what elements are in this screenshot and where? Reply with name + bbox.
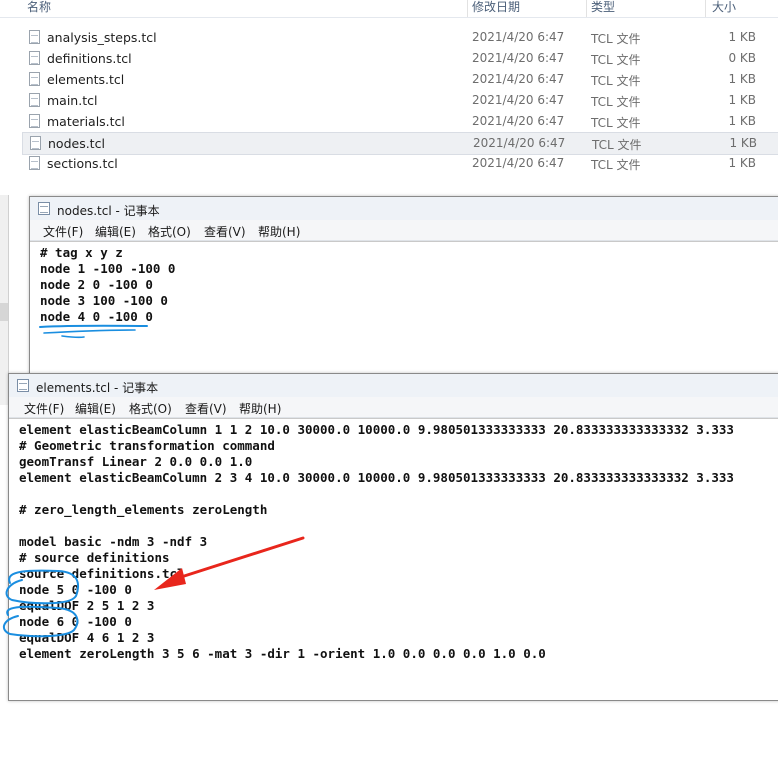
file-size: 1 KB	[728, 156, 756, 170]
menu-help[interactable]: 帮助(H)	[239, 400, 281, 417]
column-name[interactable]: 名称	[27, 0, 51, 14]
file-date: 2021/4/20 6:47	[472, 114, 565, 128]
code-line: # Geometric transformation command	[19, 438, 275, 453]
column-separator[interactable]	[467, 0, 468, 17]
file-row[interactable]: sections.tcl 2021/4/20 6:47 TCL 文件 1 KB	[22, 153, 778, 174]
code-line: model basic -ndm 3 -ndf 3	[19, 534, 208, 549]
code-line: node 4 0 -100 0	[40, 309, 153, 324]
menu-edit[interactable]: 编辑(E)	[95, 223, 136, 240]
file-size: 1 KB	[728, 72, 756, 86]
menu-edit[interactable]: 编辑(E)	[75, 400, 116, 417]
code-line: node 3 100 -100 0	[40, 293, 168, 308]
code-line: # tag x y z	[40, 245, 123, 260]
file-row-selected[interactable]: nodes.tcl 2021/4/20 6:47 TCL 文件 1 KB	[22, 132, 778, 155]
menu-view[interactable]: 查看(V)	[185, 400, 227, 417]
file-size: 1 KB	[728, 93, 756, 107]
file-name: main.tcl	[47, 93, 98, 108]
file-type: TCL 文件	[591, 95, 641, 109]
text-file-icon	[29, 156, 40, 170]
text-editor[interactable]: element elasticBeamColumn 1 1 2 10.0 300…	[9, 418, 778, 700]
file-name: elements.tcl	[47, 72, 125, 87]
file-row[interactable]: main.tcl 2021/4/20 6:47 TCL 文件 1 KB	[22, 90, 778, 111]
notepad-icon	[38, 202, 50, 215]
file-type: TCL 文件	[591, 158, 641, 172]
file-name: definitions.tcl	[47, 51, 132, 66]
menu-bar: 文件(F) 编辑(E) 格式(O) 查看(V) 帮助(H)	[9, 397, 778, 418]
file-date: 2021/4/20 6:47	[472, 30, 565, 44]
file-row[interactable]: definitions.tcl 2021/4/20 6:47 TCL 文件 0 …	[22, 48, 778, 69]
text-editor[interactable]: # tag x y z node 1 -100 -100 0 node 2 0 …	[30, 241, 778, 377]
menu-help[interactable]: 帮助(H)	[258, 223, 300, 240]
text-file-icon	[29, 72, 40, 86]
window-title: elements.tcl - 记事本	[36, 381, 159, 395]
file-type: TCL 文件	[591, 116, 641, 130]
column-header: 名称 修改日期 类型 大小	[0, 0, 778, 18]
file-explorer: 名称 修改日期 类型 大小 analysis_steps.tcl 2021/4/…	[0, 0, 778, 195]
title-bar[interactable]: elements.tcl - 记事本	[9, 374, 778, 397]
file-name: nodes.tcl	[48, 136, 105, 151]
text-file-icon	[29, 114, 40, 128]
notepad-window-nodes[interactable]: nodes.tcl - 记事本 文件(F) 编辑(E) 格式(O) 查看(V) …	[29, 196, 778, 378]
file-date: 2021/4/20 6:47	[472, 51, 565, 65]
window-title: nodes.tcl - 记事本	[57, 204, 160, 218]
file-type: TCL 文件	[591, 74, 641, 88]
file-size: 1 KB	[729, 136, 757, 150]
code-line: equalDOF 4 6 1 2 3	[19, 630, 155, 645]
file-row[interactable]: elements.tcl 2021/4/20 6:47 TCL 文件 1 KB	[22, 69, 778, 90]
column-type[interactable]: 类型	[591, 0, 615, 14]
file-type: TCL 文件	[592, 138, 642, 152]
title-bar[interactable]: nodes.tcl - 记事本	[30, 197, 778, 220]
code-line: node 5 0 -100 0	[19, 582, 132, 597]
menu-file[interactable]: 文件(F)	[43, 223, 83, 240]
code-line: equalDOF 2 5 1 2 3	[19, 598, 155, 613]
code-line: element elasticBeamColumn 2 3 4 10.0 300…	[19, 470, 734, 485]
code-line: source definitions.tcl	[19, 566, 185, 581]
file-type: TCL 文件	[591, 32, 641, 46]
file-date: 2021/4/20 6:47	[472, 72, 565, 86]
text-file-icon	[29, 51, 40, 65]
text-file-icon	[29, 30, 40, 44]
code-line: node 6 0 -100 0	[19, 614, 132, 629]
file-date: 2021/4/20 6:47	[472, 93, 565, 107]
menu-format[interactable]: 格式(O)	[148, 223, 191, 240]
code-line: geomTransf Linear 2 0.0 0.0 1.0	[19, 454, 253, 469]
code-line: element zeroLength 3 5 6 -mat 3 -dir 1 -…	[19, 646, 546, 661]
file-type: TCL 文件	[591, 53, 641, 67]
menu-view[interactable]: 查看(V)	[204, 223, 246, 240]
text-file-icon	[30, 136, 41, 150]
file-date: 2021/4/20 6:47	[473, 136, 566, 150]
file-row[interactable]: analysis_steps.tcl 2021/4/20 6:47 TCL 文件…	[22, 27, 778, 48]
column-size[interactable]: 大小	[712, 0, 736, 14]
file-size: 1 KB	[728, 114, 756, 128]
code-line: node 2 0 -100 0	[40, 277, 153, 292]
code-line: node 1 -100 -100 0	[40, 261, 176, 276]
notepad-window-elements[interactable]: elements.tcl - 记事本 文件(F) 编辑(E) 格式(O) 查看(…	[8, 373, 778, 701]
notepad-icon	[17, 379, 29, 392]
column-separator[interactable]	[705, 0, 706, 17]
code-line: # source definitions	[19, 550, 170, 565]
text-file-icon	[29, 93, 40, 107]
file-size: 0 KB	[728, 51, 756, 65]
menu-bar: 文件(F) 编辑(E) 格式(O) 查看(V) 帮助(H)	[30, 220, 778, 241]
column-date[interactable]: 修改日期	[472, 0, 520, 14]
file-row[interactable]: materials.tcl 2021/4/20 6:47 TCL 文件 1 KB	[22, 111, 778, 132]
menu-file[interactable]: 文件(F)	[24, 400, 64, 417]
file-name: materials.tcl	[47, 114, 125, 129]
code-line: # zero_length_elements zeroLength	[19, 502, 268, 517]
code-line: element elasticBeamColumn 1 1 2 10.0 300…	[19, 422, 734, 437]
file-date: 2021/4/20 6:47	[472, 156, 565, 170]
column-separator[interactable]	[586, 0, 587, 17]
file-size: 1 KB	[728, 30, 756, 44]
file-name: sections.tcl	[47, 156, 118, 171]
menu-format[interactable]: 格式(O)	[129, 400, 172, 417]
file-name: analysis_steps.tcl	[47, 30, 157, 45]
